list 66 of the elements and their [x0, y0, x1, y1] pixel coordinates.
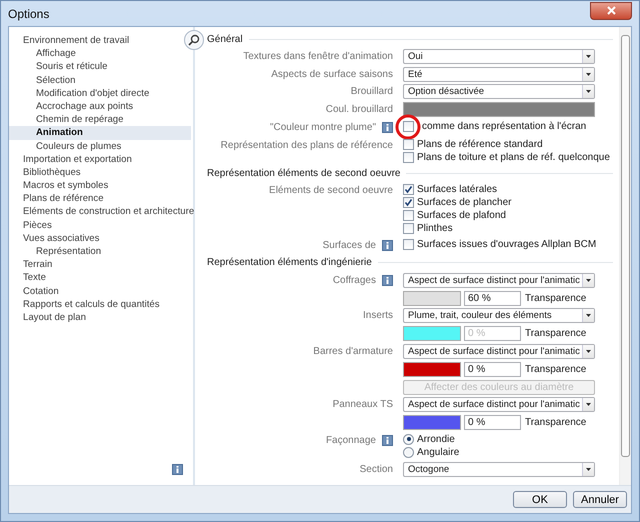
sidebar-item[interactable]: Bibliothèques [9, 166, 191, 180]
field-label: Textures dans fenêtre d'animation [243, 50, 393, 62]
section-title: Représentation éléments de second oeuvre [207, 168, 400, 180]
dropdown[interactable]: Aspect de surface distinct pour l'animatic [403, 344, 595, 359]
sidebar-item[interactable]: Animation [9, 126, 191, 140]
dropdown[interactable]: Oui [403, 48, 595, 64]
field-label: Représentation des plans de référence [220, 140, 393, 151]
field-label: Transparence [525, 417, 586, 428]
field-label: "Couleur montre plume" [270, 122, 376, 133]
section-title: Général [207, 34, 243, 44]
sidebar-item[interactable]: Affichage [9, 47, 191, 60]
sidebar-item[interactable]: Chemin de repérage [9, 113, 191, 126]
dropdown[interactable]: Option désactivée [403, 84, 595, 100]
sidebar-item[interactable]: Accrochage aux points [9, 100, 191, 114]
dropdown[interactable]: Octogone [403, 462, 595, 477]
input-field[interactable]: 0 % [464, 415, 521, 430]
dropdown[interactable]: Aspect de surface distinct pour l'animatic [403, 397, 595, 412]
checkbox-label[interactable]: Surfaces de plafond [417, 210, 506, 222]
field-label: Inserts [362, 310, 393, 322]
field-label: Coffrages [332, 274, 376, 286]
checkbox-label[interactable]: comme dans représentation à l'écran [422, 120, 586, 132]
checkbox-label[interactable]: Surfaces issues d'ouvrages Allplan BCM [417, 239, 596, 250]
field-label: Transparence [525, 292, 586, 304]
checkbox-label[interactable]: Plans de toiture et plans de réf. quelconque [417, 152, 610, 163]
sidebar-item[interactable]: Pièces [9, 218, 191, 232]
sidebar-item[interactable]: Couleurs de plumes [9, 140, 191, 153]
sidebar-item[interactable]: Layout de plan [9, 310, 191, 324]
field-label: Transparence [525, 328, 586, 340]
field-label: Eléments de second oeuvre [269, 185, 393, 196]
sidebar-item[interactable]: Cotation [9, 284, 191, 298]
section-title: Représentation éléments d'ingénierie [207, 257, 372, 268]
radio-label[interactable]: Arrondie [417, 434, 455, 445]
dropdown[interactable]: Aspect de surface distinct pour l'animatic [403, 272, 595, 288]
field-label: Barres d'armature [313, 346, 393, 357]
radio-label[interactable]: Angulaire [417, 446, 460, 458]
sidebar-item[interactable]: Souris et réticule [9, 60, 191, 74]
dropdown[interactable]: Eté [403, 66, 595, 82]
sidebar-item[interactable]: Environnement de travail [9, 34, 179, 48]
checkbox-label[interactable]: Plans de référence standard [417, 138, 543, 150]
field-label: Coul. brouillard [326, 104, 393, 116]
sidebar-item[interactable]: Texte [9, 271, 191, 285]
sidebar-item[interactable]: Plans de référence [9, 192, 191, 206]
dropdown[interactable]: Plume, trait, couleur des éléments [403, 308, 595, 324]
sidebar-item[interactable]: Représentation [9, 245, 191, 258]
checkbox-label[interactable]: Surfaces latérales [417, 184, 498, 196]
sidebar-item[interactable]: Importation et exportation [9, 152, 191, 166]
ok-button[interactable]: OK [513, 491, 567, 508]
field-label: Section [360, 464, 393, 475]
sidebar-item[interactable]: Sélection [9, 74, 191, 87]
cancel-button[interactable]: Annuler [573, 491, 627, 508]
field-label: Transparence [525, 364, 586, 375]
field-label: Panneaux TS [332, 399, 393, 410]
input-field[interactable]: 60 % [464, 290, 521, 306]
sidebar-item[interactable]: Vues associatives [9, 232, 191, 245]
sidebar-item[interactable]: Macros et symboles [9, 179, 191, 192]
checkbox-label[interactable]: Surfaces de plancher [417, 197, 512, 208]
field-label: Brouillard [350, 86, 393, 98]
input-field[interactable]: 0 % [464, 362, 521, 377]
window-title: Options [8, 6, 50, 20]
field-label: Façonnage [326, 434, 376, 446]
field-label: Aspects de surface saisons [271, 68, 393, 80]
checkbox-label[interactable]: Plinthes [417, 223, 453, 234]
field-label: Surfaces de [322, 240, 376, 252]
sidebar-item[interactable]: Modification d'objet directe [9, 86, 191, 100]
sidebar-item[interactable]: Terrain [9, 258, 191, 272]
sidebar-item[interactable]: Rapports et calculs de quantités [9, 298, 191, 311]
